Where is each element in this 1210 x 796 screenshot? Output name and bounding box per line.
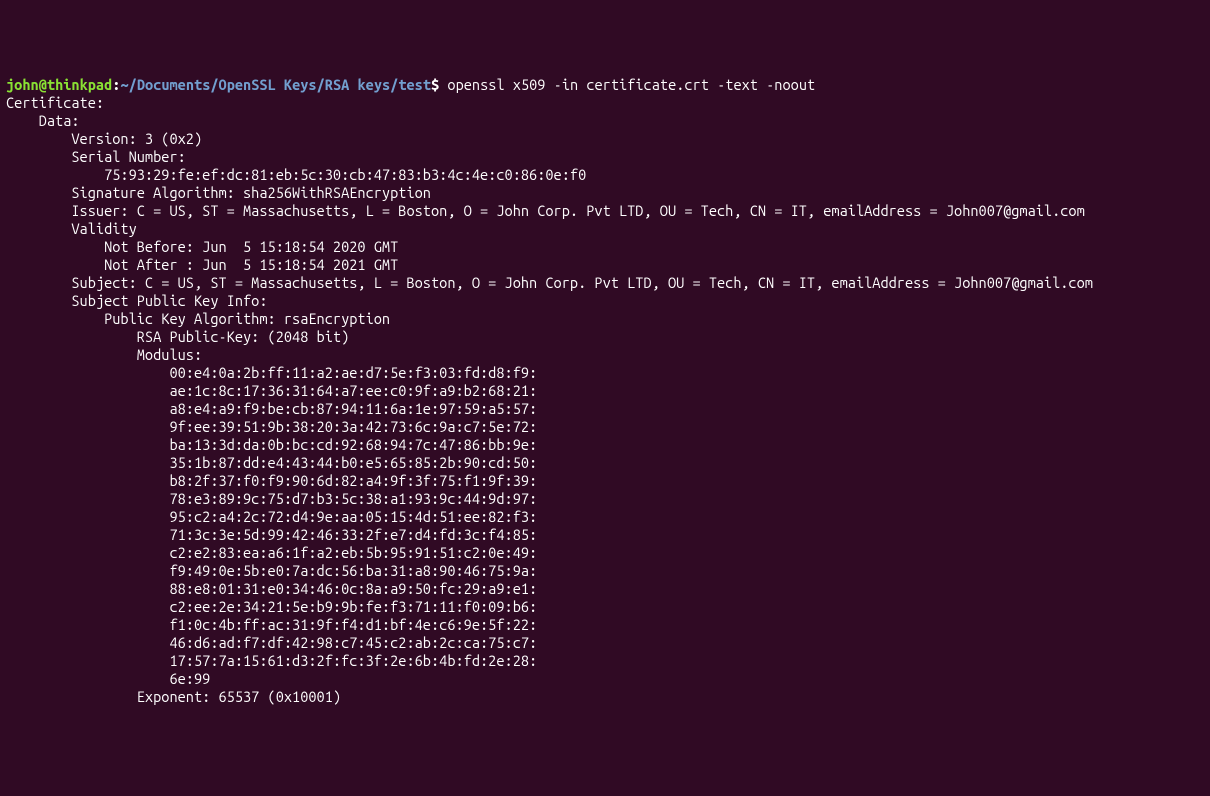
output-line: Issuer: C = US, ST = Massachusetts, L = …	[6, 202, 1085, 219]
output-line: f1:0c:4b:ff:ac:31:9f:f4:d1:bf:4e:c6:9e:5…	[6, 616, 537, 633]
terminal[interactable]: john@thinkpad:~/Documents/OpenSSL Keys/R…	[6, 76, 1204, 706]
output-line: 75:93:29:fe:ef:dc:81:eb:5c:30:cb:47:83:b…	[6, 166, 586, 183]
output-line: 35:1b:87:dd:e4:43:44:b0:e5:65:85:2b:90:c…	[6, 454, 537, 471]
output-line: Serial Number:	[6, 148, 186, 165]
output-line: 78:e3:89:9c:75:d7:b3:5c:38:a1:93:9c:44:9…	[6, 490, 537, 507]
output-line: Signature Algorithm: sha256WithRSAEncryp…	[6, 184, 431, 201]
prompt-line: john@thinkpad:~/Documents/OpenSSL Keys/R…	[6, 76, 815, 93]
output-line: b8:2f:37:f0:f9:90:6d:82:a4:9f:3f:75:f1:9…	[6, 472, 537, 489]
output-line: ba:13:3d:da:0b:bc:cd:92:68:94:7c:47:86:b…	[6, 436, 537, 453]
output-line: 71:3c:3e:5d:99:42:46:33:2f:e7:d4:fd:3c:f…	[6, 526, 537, 543]
prompt-user: john	[6, 76, 39, 93]
output-line: Validity	[6, 220, 137, 237]
output-line: 9f:ee:39:51:9b:38:20:3a:42:73:6c:9a:c7:5…	[6, 418, 537, 435]
prompt-host: thinkpad	[47, 76, 112, 93]
output-line: Exponent: 65537 (0x10001)	[6, 688, 341, 705]
output-line: Modulus:	[6, 346, 202, 363]
output-line: Data:	[6, 112, 80, 129]
output-line: 00:e4:0a:2b:ff:11:a2:ae:d7:5e:f3:03:fd:d…	[6, 364, 537, 381]
output-line: 46:d6:ad:f7:df:42:98:c7:45:c2:ab:2c:ca:7…	[6, 634, 537, 651]
output-line: a8:e4:a9:f9:be:cb:87:94:11:6a:1e:97:59:a…	[6, 400, 537, 417]
output-line: Subject Public Key Info:	[6, 292, 268, 309]
prompt-at: @	[39, 76, 47, 93]
prompt-path: ~/Documents/OpenSSL Keys/RSA keys/test	[120, 76, 431, 93]
output-line: RSA Public-Key: (2048 bit)	[6, 328, 349, 345]
output-line: Subject: C = US, ST = Massachusetts, L =…	[6, 274, 1093, 291]
command-input[interactable]: openssl x509 -in certificate.crt -text -…	[439, 76, 815, 93]
output-line: 88:e8:01:31:e0:34:46:0c:8a:a9:50:fc:29:a…	[6, 580, 537, 597]
output-line: Certificate:	[6, 94, 104, 111]
output-line: Version: 3 (0x2)	[6, 130, 202, 147]
output-line: 6e:99	[6, 670, 210, 687]
output-line: 95:c2:a4:2c:72:d4:9e:aa:05:15:4d:51:ee:8…	[6, 508, 537, 525]
output-line: ae:1c:8c:17:36:31:64:a7:ee:c0:9f:a9:b2:6…	[6, 382, 537, 399]
output-line: f9:49:0e:5b:e0:7a:dc:56:ba:31:a8:90:46:7…	[6, 562, 537, 579]
output-line: 17:57:7a:15:61:d3:2f:fc:3f:2e:6b:4b:fd:2…	[6, 652, 537, 669]
output-line: Not Before: Jun 5 15:18:54 2020 GMT	[6, 238, 398, 255]
output-line: Public Key Algorithm: rsaEncryption	[6, 310, 390, 327]
output-line: Not After : Jun 5 15:18:54 2021 GMT	[6, 256, 398, 273]
output-line: c2:e2:83:ea:a6:1f:a2:eb:5b:95:91:51:c2:0…	[6, 544, 537, 561]
output-line: c2:ee:2e:34:21:5e:b9:9b:fe:f3:71:11:f0:0…	[6, 598, 537, 615]
prompt-dollar: $	[431, 76, 439, 93]
